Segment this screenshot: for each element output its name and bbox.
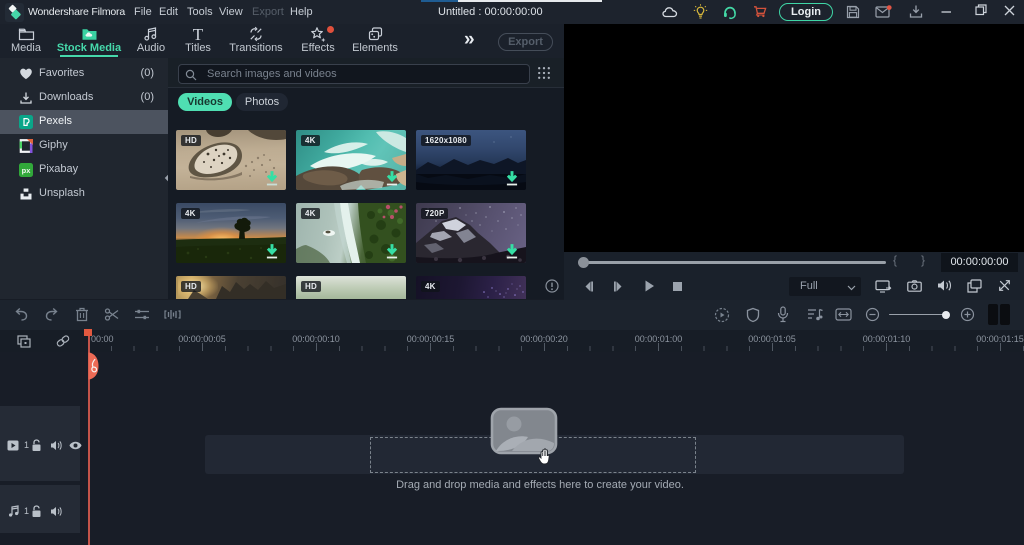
svg-text:px: px [22,166,32,175]
